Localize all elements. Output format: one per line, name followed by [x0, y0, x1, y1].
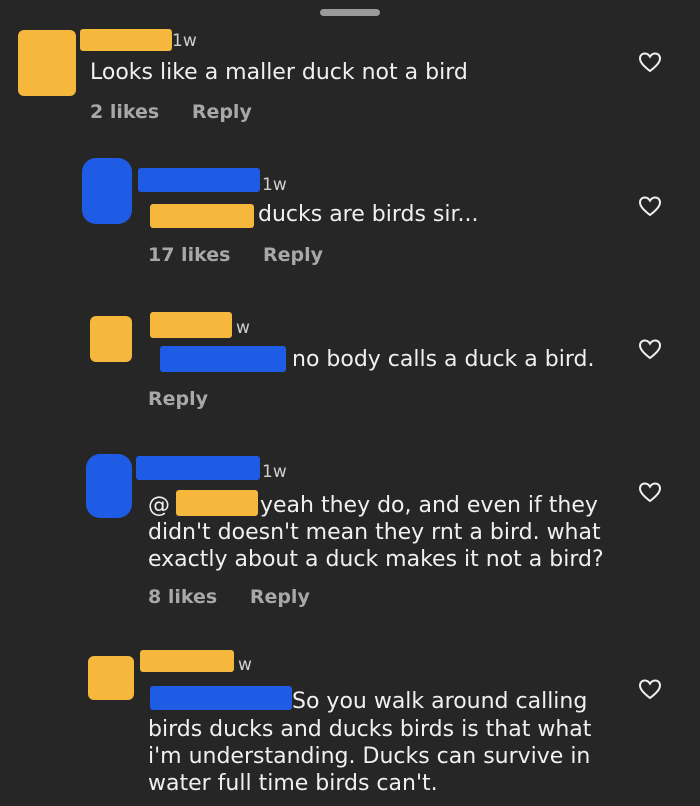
reply-button[interactable]: Reply — [263, 244, 323, 266]
likes-count[interactable]: 17 likes — [148, 244, 230, 266]
likes-count[interactable]: 2 likes — [90, 101, 159, 123]
username-redacted — [138, 168, 260, 192]
heart-outline-icon[interactable] — [638, 678, 662, 700]
comment-text-line-1: yeah they do, and even if they — [260, 493, 598, 518]
comment-text: no body calls a duck a bird. — [292, 347, 595, 372]
mention-redacted — [160, 346, 286, 372]
reply-button[interactable]: Reply — [192, 101, 252, 123]
username-redacted — [136, 456, 260, 480]
comment-text-line-2: birds ducks and ducks birds is that what — [148, 717, 592, 742]
comment-meta: 8 likes Reply — [148, 586, 336, 608]
likes-count[interactable]: 8 likes — [148, 586, 217, 608]
comment-text: Looks like a maller duck not a bird — [90, 60, 468, 85]
mention-redacted — [150, 686, 292, 710]
heart-outline-icon[interactable] — [638, 338, 662, 360]
username-redacted — [80, 29, 172, 51]
comment-time: 1w — [172, 31, 197, 51]
heart-outline-icon[interactable] — [638, 481, 662, 503]
drag-handle[interactable] — [320, 9, 380, 16]
username-redacted — [140, 650, 234, 672]
avatar-redacted — [88, 656, 134, 700]
comment-meta: 2 likes Reply — [90, 101, 278, 123]
comment-text-line-1: So you walk around calling — [292, 689, 588, 714]
comment-meta: Reply — [148, 388, 234, 410]
avatar-redacted — [18, 30, 76, 96]
comment-text-line-4: water full time birds can't. — [148, 771, 438, 796]
heart-outline-icon[interactable] — [638, 195, 662, 217]
comment-text-line-2: didn't doesn't mean they rnt a bird. wha… — [148, 520, 601, 545]
avatar-redacted — [82, 158, 132, 224]
mention-redacted — [176, 490, 258, 516]
heart-outline-icon[interactable] — [638, 51, 662, 73]
comment-time: 1w — [262, 175, 287, 195]
avatar-redacted — [86, 454, 132, 518]
reply-button[interactable]: Reply — [148, 388, 208, 410]
comment-text: ducks are birds sir... — [258, 202, 479, 227]
avatar-redacted — [90, 316, 132, 362]
username-redacted — [150, 312, 232, 338]
comment-time: w — [238, 655, 252, 675]
comment-meta: 17 likes Reply — [148, 244, 349, 266]
comment-text-line-3: i'm understanding. Ducks can survive in — [148, 744, 591, 769]
comment-time: w — [236, 318, 250, 338]
comment-mention[interactable]: @ — [148, 493, 170, 519]
comment-time: 1w — [262, 462, 287, 482]
mention-redacted — [150, 204, 254, 228]
comment-text-line-3: exactly about a duck makes it not a bird… — [148, 547, 604, 572]
reply-button[interactable]: Reply — [250, 586, 310, 608]
